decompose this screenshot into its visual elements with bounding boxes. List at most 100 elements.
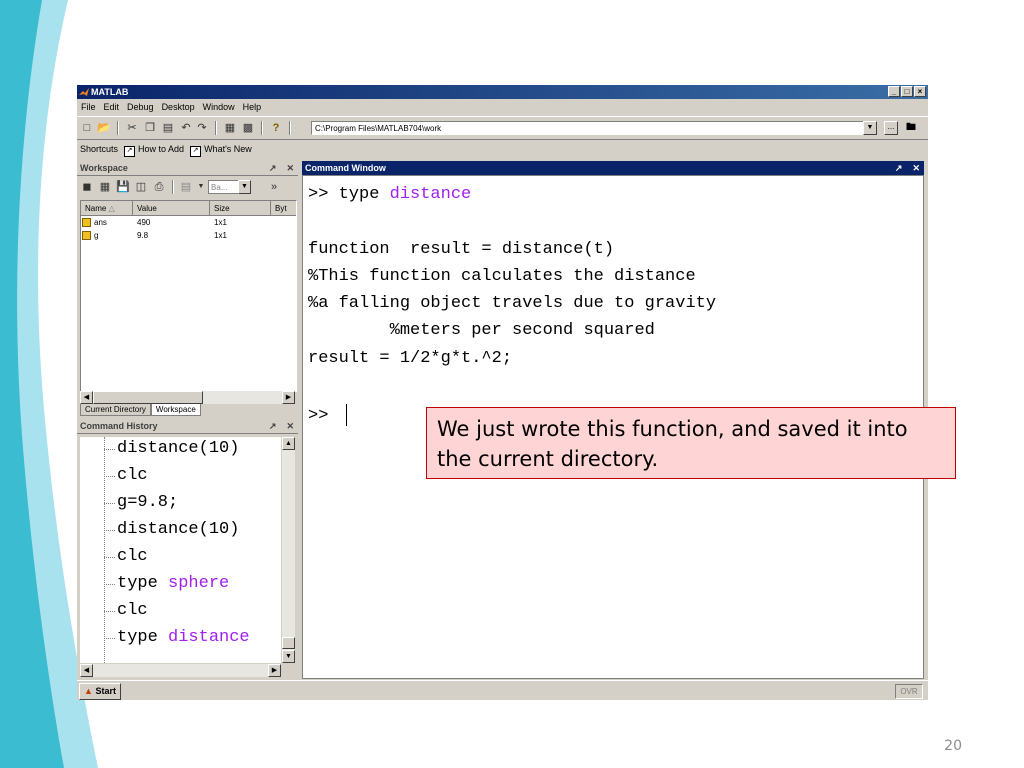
column-bytes[interactable]: Byt — [271, 201, 296, 216]
menu-help[interactable]: Help — [243, 100, 262, 115]
stack-combo[interactable]: Ba... — [208, 180, 240, 194]
scroll-left-icon[interactable]: ◀ — [80, 391, 93, 404]
tree-tick — [104, 638, 115, 639]
text-cursor — [346, 404, 348, 426]
undo-icon[interactable]: ↶ — [179, 121, 193, 135]
command-window-title: Command Window — [305, 163, 386, 173]
title-bar: MATLAB _ □ × — [77, 85, 928, 99]
history-title: Command History — [80, 421, 158, 431]
main-toolbar: □ 📂 ✂ ❐ ▤ ↶ ↷ ▦ ▩ ? C:\Program Files\MAT… — [77, 116, 928, 140]
toolbar-separator — [215, 121, 217, 135]
import-data-icon[interactable]: 💾 — [116, 180, 130, 194]
column-name[interactable]: Name △ — [81, 201, 133, 216]
list-item[interactable]: g=9.8; — [117, 489, 178, 516]
current-directory-input[interactable]: C:\Program Files\MATLAB704\work — [311, 121, 865, 135]
scroll-thumb[interactable] — [93, 391, 203, 404]
annotation-callout: We just wrote this function, and saved i… — [426, 407, 956, 479]
slide-number: 20 — [944, 738, 962, 754]
undock-icon[interactable]: ↗ — [269, 161, 277, 175]
history-tree-line — [104, 437, 105, 663]
panel-close-icon[interactable]: ✕ — [912, 161, 920, 175]
close-button[interactable]: × — [914, 86, 926, 97]
history-list: distance(10) clc g=9.8; distance(10) clc… — [80, 437, 281, 663]
scroll-left-icon[interactable]: ◀ — [80, 664, 93, 677]
tree-tick — [104, 584, 115, 585]
panel-close-icon[interactable]: ✕ — [286, 419, 294, 433]
print-icon[interactable]: ⎙ — [152, 180, 166, 194]
directory-dropdown-icon[interactable]: ▼ — [863, 121, 877, 135]
code-line: function result = distance(t) — [308, 240, 615, 259]
simulink-icon[interactable]: ▦ — [223, 121, 237, 135]
list-item[interactable]: clc — [117, 597, 148, 624]
command-prompt[interactable]: >> — [308, 404, 348, 426]
tree-tick — [104, 611, 115, 612]
shortcut-whats-new[interactable]: ↗ What's New — [190, 140, 252, 158]
toolbar-separator — [289, 121, 291, 135]
help-icon[interactable]: ? — [269, 121, 283, 135]
list-item[interactable]: distance(10) — [117, 437, 239, 462]
list-item[interactable]: clc — [117, 543, 148, 570]
variable-icon — [82, 231, 91, 241]
matlab-logo-icon — [79, 87, 89, 96]
variable-icon — [82, 218, 91, 228]
tree-tick — [104, 557, 115, 558]
menu-desktop[interactable]: Desktop — [162, 100, 195, 115]
parent-folder-icon[interactable]: 🖿 — [903, 121, 919, 135]
list-item[interactable]: distance(10) — [117, 516, 239, 543]
history-horizontal-scrollbar[interactable]: ◀ ▶ — [80, 664, 281, 677]
panel-close-icon[interactable]: ✕ — [286, 161, 294, 175]
menu-edit[interactable]: Edit — [104, 100, 120, 115]
menu-file[interactable]: File — [81, 100, 96, 115]
tab-workspace[interactable]: Workspace — [150, 404, 201, 416]
cut-icon[interactable]: ✂ — [125, 121, 139, 135]
new-variable-icon[interactable]: ◼ — [80, 180, 94, 194]
browse-button[interactable]: ... — [884, 121, 898, 135]
guide-icon[interactable]: ▩ — [241, 121, 255, 135]
scroll-right-icon[interactable]: ▶ — [282, 391, 295, 404]
redo-icon[interactable]: ↷ — [195, 121, 209, 135]
plot-dropdown-icon[interactable]: ▼ — [194, 180, 208, 194]
minimize-button[interactable]: _ — [888, 86, 900, 97]
list-item[interactable]: type sphere — [117, 570, 229, 597]
list-item[interactable]: type distance — [117, 624, 250, 651]
open-variable-icon[interactable]: ▦ — [98, 180, 112, 194]
scroll-up-icon[interactable]: ▲ — [282, 437, 295, 450]
list-item[interactable]: clc — [117, 462, 148, 489]
scroll-thumb[interactable] — [282, 637, 295, 649]
column-value[interactable]: Value — [133, 201, 210, 216]
sort-asc-icon: △ — [108, 204, 115, 213]
scroll-down-icon[interactable]: ▼ — [282, 650, 295, 663]
table-row[interactable]: ans 490 1x1 — [81, 216, 296, 229]
column-size[interactable]: Size — [210, 201, 271, 216]
toolbar-overflow-icon[interactable]: » — [267, 180, 281, 194]
ovr-indicator: OVR — [895, 684, 923, 699]
open-folder-icon[interactable]: 📂 — [97, 121, 111, 135]
tree-tick — [104, 449, 115, 450]
history-vertical-scrollbar[interactable]: ▲ ▼ — [282, 437, 295, 663]
shortcuts-label: Shortcuts — [80, 144, 119, 154]
paste-icon[interactable]: ▤ — [161, 121, 175, 135]
start-icon: ▲ — [84, 686, 93, 696]
command-window-title-bar: Command Window ↗ ✕ — [302, 161, 924, 175]
new-file-icon[interactable]: □ — [80, 121, 94, 135]
workspace-horizontal-scrollbar[interactable]: ◀ ▶ — [80, 391, 295, 404]
shortcut-how-to-add[interactable]: ↗ How to Add — [124, 140, 184, 158]
workspace-toolbar: ◼ ▦ 💾 ◫ ⎙ ▤ ▼ Ba... ▼ » — [77, 176, 298, 196]
toolbar-separator — [261, 121, 263, 135]
undock-icon[interactable]: ↗ — [269, 419, 277, 433]
undock-icon[interactable]: ↗ — [895, 161, 903, 175]
scroll-right-icon[interactable]: ▶ — [268, 664, 281, 677]
table-row[interactable]: g 9.8 1x1 — [81, 229, 296, 242]
menu-debug[interactable]: Debug — [127, 100, 154, 115]
maximize-button[interactable]: □ — [901, 86, 913, 97]
stack-dropdown-icon[interactable]: ▼ — [238, 180, 251, 194]
plot-icon[interactable]: ▤ — [179, 180, 193, 194]
menu-window[interactable]: Window — [203, 100, 235, 115]
tab-current-directory[interactable]: Current Directory — [80, 404, 151, 416]
save-workspace-icon[interactable]: ◫ — [134, 180, 148, 194]
start-button[interactable]: ▲ Start — [79, 683, 121, 700]
workspace-panel: Workspace ↗ ✕ ◼ ▦ 💾 ◫ ⎙ ▤ ▼ Ba... ▼ » Nam… — [77, 161, 298, 416]
workspace-title: Workspace — [80, 163, 128, 173]
copy-icon[interactable]: ❐ — [143, 121, 157, 135]
toolbar-separator — [172, 180, 174, 194]
